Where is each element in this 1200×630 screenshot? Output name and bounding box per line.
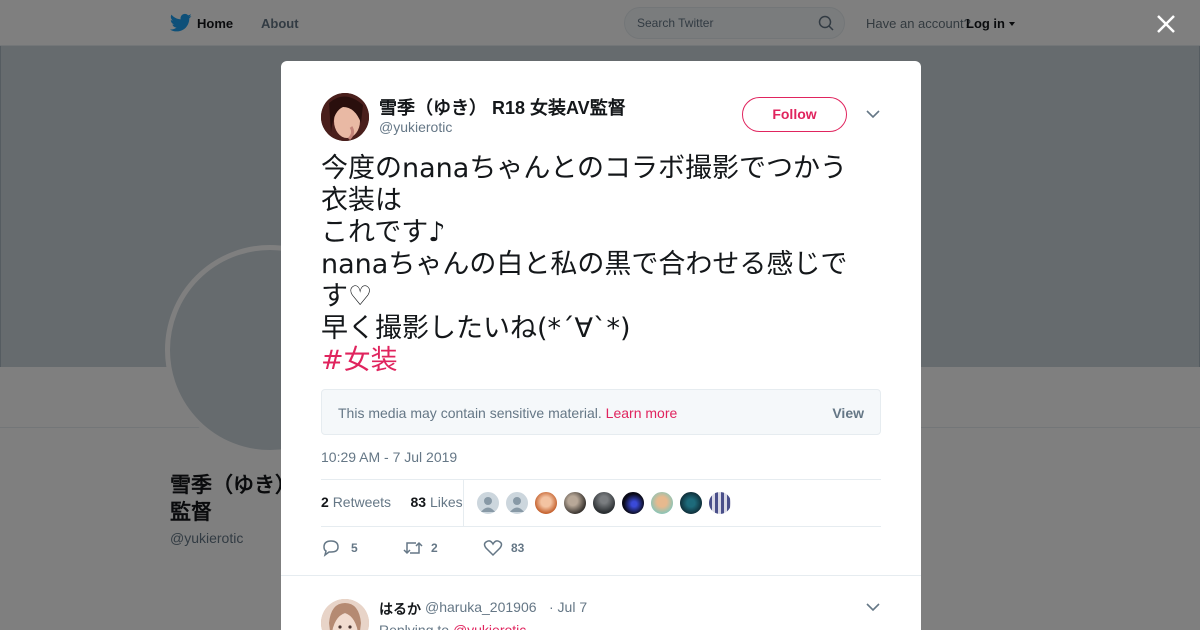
likes-label[interactable]: Likes	[430, 494, 463, 510]
like-action[interactable]: 83	[483, 539, 543, 559]
tweet-text-line: これです♪	[321, 217, 446, 248]
replying-to: Replying to @yukierotic	[379, 622, 526, 630]
tweet-modal: 雪季（ゆき） R18 女装AV監督 @yukierotic Follow 今度の…	[281, 61, 921, 630]
retweet-action[interactable]: 2	[403, 539, 453, 559]
reply-author-handle[interactable]: @haruka_201906	[425, 599, 537, 615]
stats-divider	[463, 480, 464, 526]
author-name[interactable]: 雪季（ゆき） R18 女装AV監督	[379, 94, 626, 120]
divider	[321, 479, 881, 480]
divider	[281, 575, 921, 576]
retweet-count: 2	[431, 541, 438, 555]
hashtag-link[interactable]: #女装	[321, 345, 881, 377]
sensitive-message-text: This media may contain sensitive materia…	[338, 405, 602, 421]
liker-avatar-teal[interactable]	[679, 491, 703, 515]
tweet-timestamp[interactable]: 10:29 AM - 7 Jul 2019	[321, 449, 457, 465]
tweet-text: 今度のnanaちゃんとのコラボ撮影でつかう 衣装は これです♪ nanaちゃんの…	[321, 153, 881, 377]
tweet-text-line: 今度のnanaちゃんとのコラボ撮影でつかう	[321, 153, 848, 184]
tweet-actions: 5 2 83	[321, 539, 621, 559]
learn-more-link[interactable]: Learn more	[606, 405, 678, 421]
reply-author-photo	[321, 599, 369, 630]
divider	[321, 526, 881, 527]
tweet-text-line: 早く撮影したいね(*´∀`*)	[321, 313, 631, 344]
chevron-down-icon[interactable]	[866, 109, 880, 119]
retweets-label[interactable]: Retweets	[333, 494, 391, 510]
replying-to-mention[interactable]: @yukierotic	[453, 622, 526, 630]
reply-icon	[323, 540, 339, 557]
reply-author-avatar[interactable]	[321, 599, 369, 630]
reply-timestamp[interactable]: · Jul 7	[549, 599, 587, 615]
reply-action[interactable]: 5	[321, 539, 371, 559]
liker-avatar-default[interactable]	[476, 491, 500, 515]
view-media-button[interactable]: View	[832, 405, 864, 421]
retweet-icon	[403, 541, 423, 555]
close-icon[interactable]	[1154, 12, 1178, 36]
chevron-down-icon[interactable]	[866, 602, 880, 612]
like-count: 83	[511, 541, 525, 555]
liker-avatar-face[interactable]	[650, 491, 674, 515]
liker-avatar-orange[interactable]	[534, 491, 558, 515]
heart-icon	[483, 540, 503, 557]
retweets-count[interactable]: 2	[321, 494, 329, 510]
reply-count: 5	[351, 541, 358, 555]
author-photo	[321, 93, 369, 141]
tweet-stats: 2 Retweets 83 Likes	[321, 494, 463, 510]
sensitive-media-notice: This media may contain sensitive materia…	[321, 389, 881, 435]
likes-count[interactable]: 83	[411, 494, 427, 510]
liker-avatar-dark[interactable]	[563, 491, 587, 515]
liker-avatar-default[interactable]	[505, 491, 529, 515]
tweet-text-line: 衣装は	[321, 185, 402, 216]
liker-avatar-night[interactable]	[621, 491, 645, 515]
reply-author-name[interactable]: はるか	[379, 599, 421, 619]
tweet-text-line: す♡	[321, 281, 373, 312]
liker-avatar-pattern[interactable]	[708, 491, 732, 515]
replying-to-label: Replying to	[379, 622, 450, 630]
author-handle[interactable]: @yukierotic	[379, 119, 452, 135]
tweet-text-line: nanaちゃんの白と私の黒で合わせる感じで	[321, 249, 848, 280]
sensitive-message: This media may contain sensitive materia…	[338, 405, 677, 421]
liker-avatar-portrait[interactable]	[592, 491, 616, 515]
author-avatar[interactable]	[321, 93, 369, 141]
follow-button[interactable]: Follow	[742, 97, 847, 132]
